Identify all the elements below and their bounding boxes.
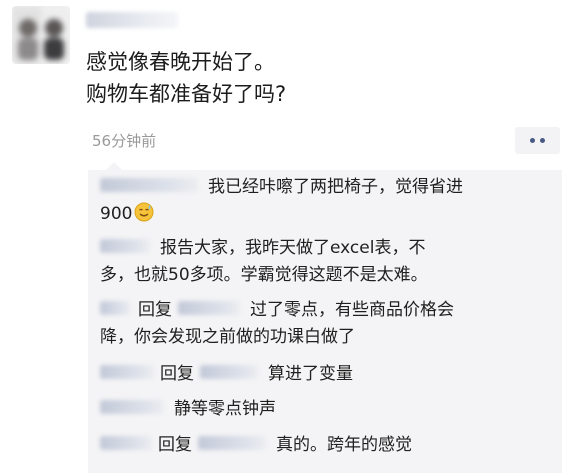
reply-target-name-blurred[interactable]	[198, 436, 266, 450]
commenter-name-blurred[interactable]	[100, 400, 164, 414]
comment-line: 900	[100, 201, 552, 228]
comment-line: 回复 真的。跨年的感觉	[100, 432, 552, 459]
comment-text: 算进了变量	[268, 364, 353, 384]
comment-text: 多，也就50多项。学霸觉得这题不是太难。	[100, 265, 428, 285]
more-options-button[interactable]	[515, 127, 560, 154]
reply-label: 回复	[138, 300, 172, 320]
commenter-name-blurred[interactable]	[100, 178, 198, 192]
commenter-name-blurred[interactable]	[100, 239, 150, 253]
comments-panel: 我已经咔嚓了两把椅子，觉得省进 900 报告大家，我昨天做了excel表，不 多…	[88, 162, 562, 473]
comment-item[interactable]: 回复 算进了变量	[100, 361, 552, 388]
reply-label: 回复	[160, 364, 194, 384]
comment-line: 我已经咔嚓了两把椅子，觉得省进	[100, 174, 552, 201]
comment-text: 静等零点钟声	[174, 399, 276, 419]
reply-target-name-blurred[interactable]	[200, 365, 258, 379]
comment-line: 回复 过了零点，有些商品价格会	[100, 297, 552, 324]
commenter-name-blurred[interactable]	[100, 436, 152, 450]
comment-line: 回复 算进了变量	[100, 361, 552, 388]
post-text-line: 购物车都准备好了吗?	[86, 82, 287, 106]
author-name-blurred[interactable]	[86, 12, 178, 28]
comment-line: 静等零点钟声	[100, 396, 552, 423]
comment-item[interactable]: 报告大家，我昨天做了excel表，不 多，也就50多项。学霸觉得这题不是太难。	[100, 235, 552, 289]
comment-text: 真的。跨年的感觉	[276, 435, 412, 455]
comment-text: 降，你会发现之前做的功课白做了	[100, 327, 355, 347]
more-dot-icon	[530, 138, 535, 143]
comment-line: 报告大家，我昨天做了excel表，不	[100, 235, 552, 262]
comment-item[interactable]: 回复 真的。跨年的感觉	[100, 432, 552, 459]
more-dot-icon	[540, 138, 545, 143]
comment-text: 报告大家，我昨天做了excel表，不	[160, 238, 426, 258]
comment-text: 我已经咔嚓了两把椅子，觉得省进	[208, 177, 463, 197]
comment-text: 900	[100, 204, 133, 224]
comment-item[interactable]: 我已经咔嚓了两把椅子，觉得省进 900	[100, 174, 552, 228]
comment-text: 过了零点，有些商品价格会	[250, 300, 454, 320]
comment-item[interactable]: 回复 过了零点，有些商品价格会 降，你会发现之前做的功课白做了	[100, 297, 552, 351]
post-text-line: 感觉像春晚开始了。	[86, 50, 275, 74]
post-text: 感觉像春晚开始了。 购物车都准备好了吗?	[86, 46, 286, 110]
commenter-name-blurred[interactable]	[100, 301, 130, 315]
post-timestamp: 56分钟前	[92, 132, 157, 150]
comment-item[interactable]: 静等零点钟声	[100, 396, 552, 423]
smiling-face-with-sweat-icon	[134, 202, 154, 222]
reply-target-name-blurred[interactable]	[178, 301, 240, 315]
author-avatar[interactable]	[12, 6, 70, 64]
reply-label: 回复	[158, 435, 192, 455]
commenter-name-blurred[interactable]	[100, 365, 154, 379]
